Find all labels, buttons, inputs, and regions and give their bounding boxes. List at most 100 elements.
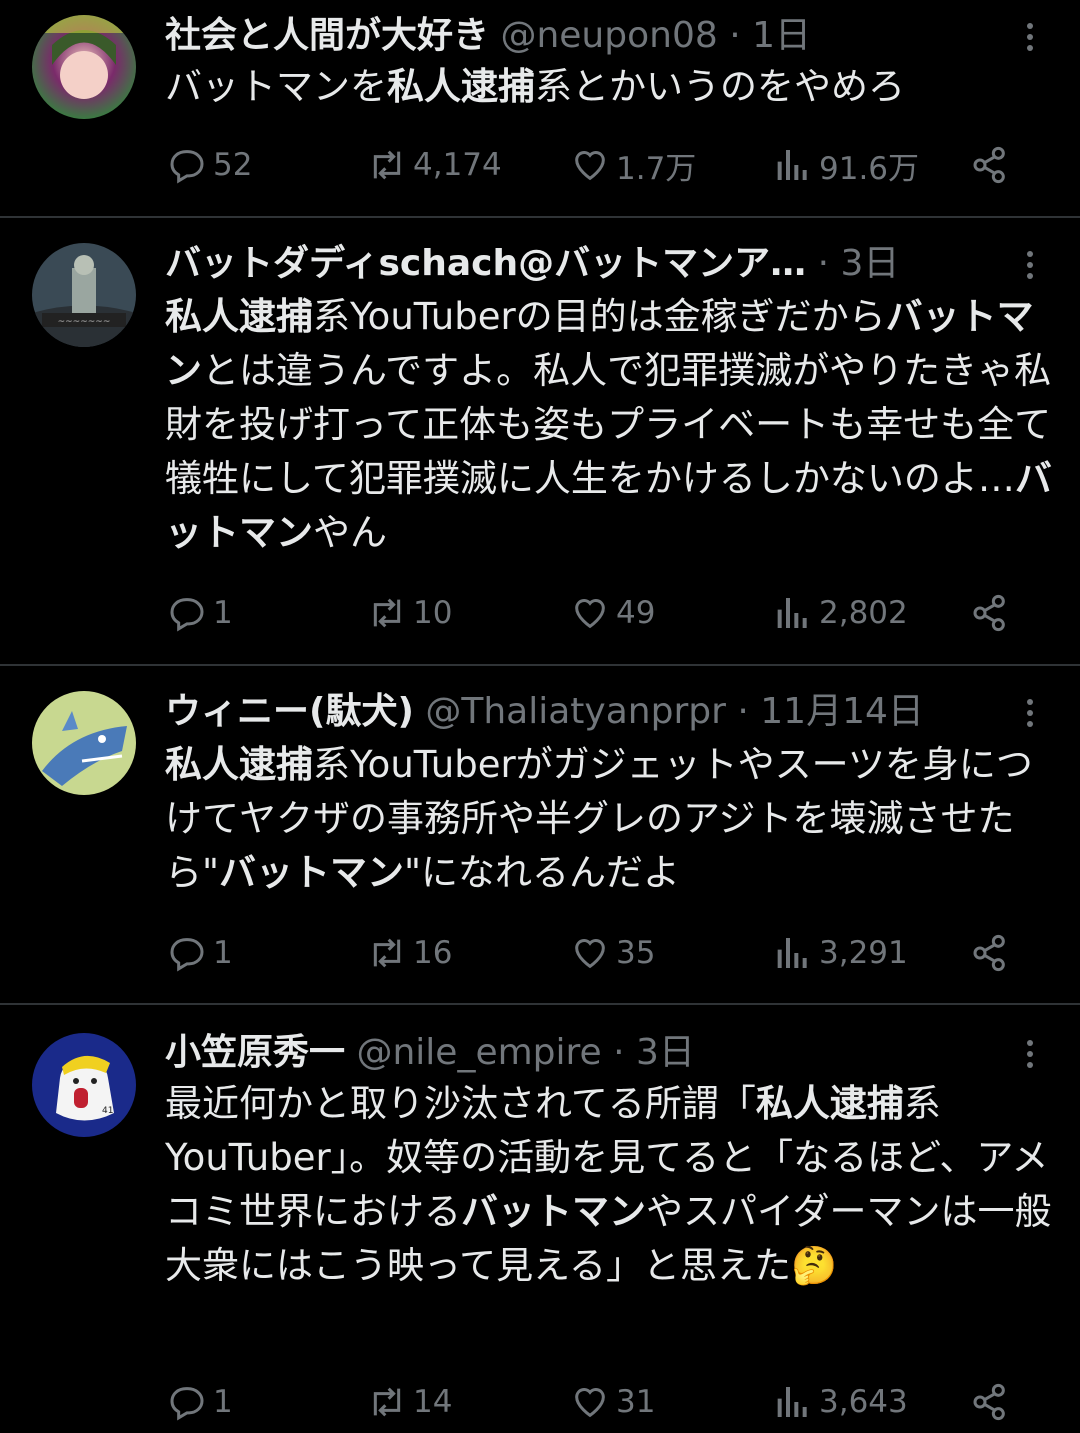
dot-separator: · (729, 15, 741, 56)
like-count: 49 (616, 595, 656, 631)
like-button[interactable]: 35 (570, 928, 655, 978)
tweet-header: 社会と人間が大好き @neupon08 · 1日 (165, 10, 1010, 62)
view-count: 91.6万 (819, 150, 920, 187)
tweet-header: バットダディschach@バットマンア… · 3日 (165, 238, 1010, 290)
display-name[interactable]: ウィニー(駄犬) (165, 691, 414, 732)
heart-icon (575, 151, 605, 181)
tweet-text-run: 最近何かと取り沙汰されてる所謂「 (165, 1082, 756, 1125)
dot-separator: · (817, 243, 830, 284)
retweet-button[interactable]: 10 (367, 588, 452, 638)
retweet-button[interactable]: 4,174 (367, 140, 502, 190)
analytics-icon (777, 938, 807, 968)
display-name[interactable]: 小笠原秀一 (165, 1032, 345, 1073)
reply-button[interactable]: 1 (167, 928, 233, 978)
reply-button[interactable]: 52 (167, 140, 252, 190)
reply-count: 1 (213, 1384, 233, 1420)
views-button[interactable]: 2,802 (773, 588, 908, 638)
views-button[interactable]: 3,291 (773, 928, 908, 978)
reply-icon (170, 938, 204, 972)
avatar[interactable] (32, 15, 136, 119)
view-count: 3,291 (819, 935, 908, 971)
tweet[interactable]: ウィニー(駄犬) @Thaliatyanprpr · 11月14日 私人逮捕系Y… (0, 666, 1080, 1003)
analytics-icon (777, 598, 807, 628)
action-bar: 52 4,174 1.7万 91.6万 (165, 140, 1025, 190)
views-button[interactable]: 91.6万 (773, 140, 919, 190)
retweet-icon (373, 598, 401, 628)
tweet[interactable]: 41 小笠原秀一 @nile_empire · 3日 最近何かと取り沙汰されてる… (0, 1005, 1080, 1433)
action-bar: 1 14 31 3,643 (165, 1377, 1025, 1427)
tweet[interactable]: ~~~~~~~ バットダディschach@バットマンア… · 3日 私人逮捕系Y… (0, 218, 1080, 664)
tweet-text-run: やん (313, 511, 387, 554)
retweet-count: 16 (413, 935, 453, 971)
reply-button[interactable]: 1 (167, 588, 233, 638)
share-icon (973, 594, 1005, 632)
retweet-button[interactable]: 14 (367, 1377, 452, 1427)
handle[interactable]: @Thaliatyanprpr (425, 691, 726, 732)
tweet[interactable]: 社会と人間が大好き @neupon08 · 1日 バットマンを私人逮捕系とかいう… (0, 0, 1080, 216)
reply-count: 1 (213, 595, 233, 631)
timestamp[interactable]: 3日 (636, 1032, 695, 1073)
avatar[interactable] (32, 691, 136, 795)
dot-separator: · (737, 691, 749, 732)
timestamp[interactable]: 11月14日 (760, 691, 924, 732)
avatar[interactable]: 41 (32, 1033, 136, 1137)
svg-text:~~~~~~~: ~~~~~~~ (58, 317, 111, 327)
tweet-header: ウィニー(駄犬) @Thaliatyanprpr · 11月14日 (165, 686, 1010, 738)
share-icon (973, 146, 1005, 184)
highlighted-keyword: バットマン (461, 1190, 646, 1233)
handle[interactable]: @neupon08 (500, 15, 717, 56)
share-button[interactable] (970, 140, 1016, 190)
share-icon (973, 1383, 1005, 1421)
tweet-text-run: 系YouTuberの目的は金稼ぎだから (313, 295, 886, 338)
views-button[interactable]: 3,643 (773, 1377, 908, 1427)
highlighted-keyword: 私人逮捕 (165, 295, 313, 338)
more-options-icon[interactable] (1020, 694, 1040, 734)
analytics-icon (777, 1387, 807, 1417)
reply-button[interactable]: 1 (167, 1377, 233, 1427)
retweet-count: 4,174 (413, 147, 502, 183)
more-options-icon[interactable] (1020, 18, 1040, 58)
action-bar: 1 10 49 2,802 (165, 588, 1025, 638)
tweet-text: バットマンを私人逮捕系とかいうのをやめろ (165, 60, 1055, 114)
like-count: 35 (616, 935, 656, 971)
share-icon (973, 934, 1005, 972)
highlighted-keyword: バットマン (219, 851, 405, 894)
tweet-text: 最近何かと取り沙汰されてる所謂「私人逮捕系YouTuber」。奴等の活動を見てる… (165, 1077, 1055, 1293)
handle[interactable]: @nile_empire (356, 1032, 601, 1073)
heart-icon (575, 1388, 605, 1418)
timestamp[interactable]: 1日 (752, 15, 811, 56)
share-button[interactable] (970, 928, 1016, 978)
share-button[interactable] (970, 1377, 1016, 1427)
more-options-icon[interactable] (1020, 246, 1040, 286)
reply-icon (170, 598, 204, 632)
svg-text:41: 41 (102, 1106, 113, 1116)
tweet-text-run: 系とかいうのをやめろ (535, 65, 905, 108)
retweet-icon (373, 1387, 401, 1417)
highlighted-keyword: 私人逮捕 (387, 65, 535, 108)
highlighted-keyword: 私人逮捕 (165, 743, 313, 786)
action-bar: 1 16 35 3,291 (165, 928, 1025, 978)
tweet-text: 私人逮捕系YouTuberの目的は金稼ぎだからバットマンとは違うんですよ。私人で… (165, 290, 1055, 560)
reply-count: 52 (213, 147, 253, 183)
avatar[interactable]: ~~~~~~~ (32, 243, 136, 347)
view-count: 2,802 (819, 595, 908, 631)
heart-icon (575, 599, 605, 629)
view-count: 3,643 (819, 1384, 908, 1420)
like-button[interactable]: 49 (570, 588, 655, 638)
timestamp[interactable]: 3日 (841, 243, 900, 284)
like-button[interactable]: 1.7万 (570, 140, 696, 190)
tweet-text-run: バットマンを (165, 65, 387, 108)
display-name[interactable]: バットダディschach@バットマンア… (165, 243, 806, 284)
display-name[interactable]: 社会と人間が大好き (165, 15, 489, 56)
highlighted-keyword: 私人逮捕 (755, 1082, 904, 1125)
reply-icon (170, 150, 204, 184)
analytics-icon (777, 150, 807, 180)
tweet-text-run: "になれるんだよ (404, 851, 681, 894)
dot-separator: · (613, 1032, 625, 1073)
like-count: 1.7万 (616, 150, 697, 187)
like-button[interactable]: 31 (570, 1377, 655, 1427)
share-button[interactable] (970, 588, 1016, 638)
more-options-icon[interactable] (1020, 1035, 1040, 1075)
heart-icon (575, 939, 605, 969)
retweet-button[interactable]: 16 (367, 928, 452, 978)
